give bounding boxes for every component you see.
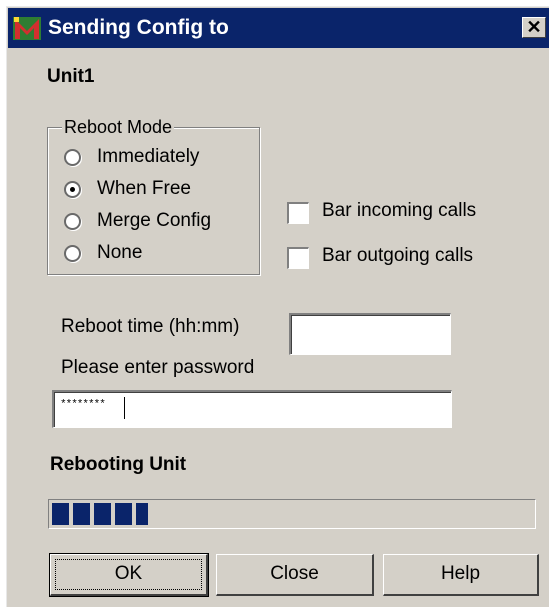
radio-immediately[interactable] xyxy=(64,149,81,166)
window-title: Sending Config to xyxy=(48,16,229,39)
close-button-label: Close xyxy=(270,563,319,584)
radio-label-merge-config[interactable]: Merge Config xyxy=(97,210,211,232)
radio-label-when-free[interactable]: When Free xyxy=(97,178,191,200)
text-caret xyxy=(124,397,125,419)
progress-bar xyxy=(48,499,536,529)
password-label: Please enter password xyxy=(61,357,255,378)
reboot-time-input[interactable] xyxy=(289,313,451,355)
ok-focus-rect xyxy=(55,559,202,590)
progress-track xyxy=(52,503,532,525)
radio-selected-dot xyxy=(70,187,75,192)
password-input[interactable]: ******** xyxy=(52,390,452,428)
radio-merge-config[interactable] xyxy=(64,213,81,230)
password-value: ******** xyxy=(60,399,106,411)
radio-none[interactable] xyxy=(64,245,81,262)
radio-label-none[interactable]: None xyxy=(97,242,142,264)
app-icon xyxy=(13,17,41,40)
bar-outgoing-label[interactable]: Bar outgoing calls xyxy=(322,245,473,267)
reboot-mode-legend: Reboot Mode xyxy=(62,117,175,138)
radio-when-free[interactable] xyxy=(64,181,81,198)
ok-button[interactable]: OK xyxy=(49,553,209,597)
bar-incoming-checkbox[interactable] xyxy=(287,202,309,224)
unit-name: Unit1 xyxy=(47,66,95,87)
bar-outgoing-checkbox[interactable] xyxy=(287,247,309,269)
help-button[interactable]: Help xyxy=(383,554,539,596)
help-button-label: Help xyxy=(440,563,481,584)
progress-fill xyxy=(52,503,148,525)
radio-label-immediately[interactable]: Immediately xyxy=(97,146,199,168)
close-button[interactable]: Close xyxy=(216,554,374,596)
title-bar[interactable]: Sending Config to ✕ xyxy=(8,8,549,48)
close-icon: ✕ xyxy=(526,17,542,37)
reboot-time-label: Reboot time (hh:mm) xyxy=(61,316,240,337)
status-text: Rebooting Unit xyxy=(50,454,187,475)
close-window-button[interactable]: ✕ xyxy=(522,17,546,38)
bar-incoming-label[interactable]: Bar incoming calls xyxy=(322,200,476,222)
